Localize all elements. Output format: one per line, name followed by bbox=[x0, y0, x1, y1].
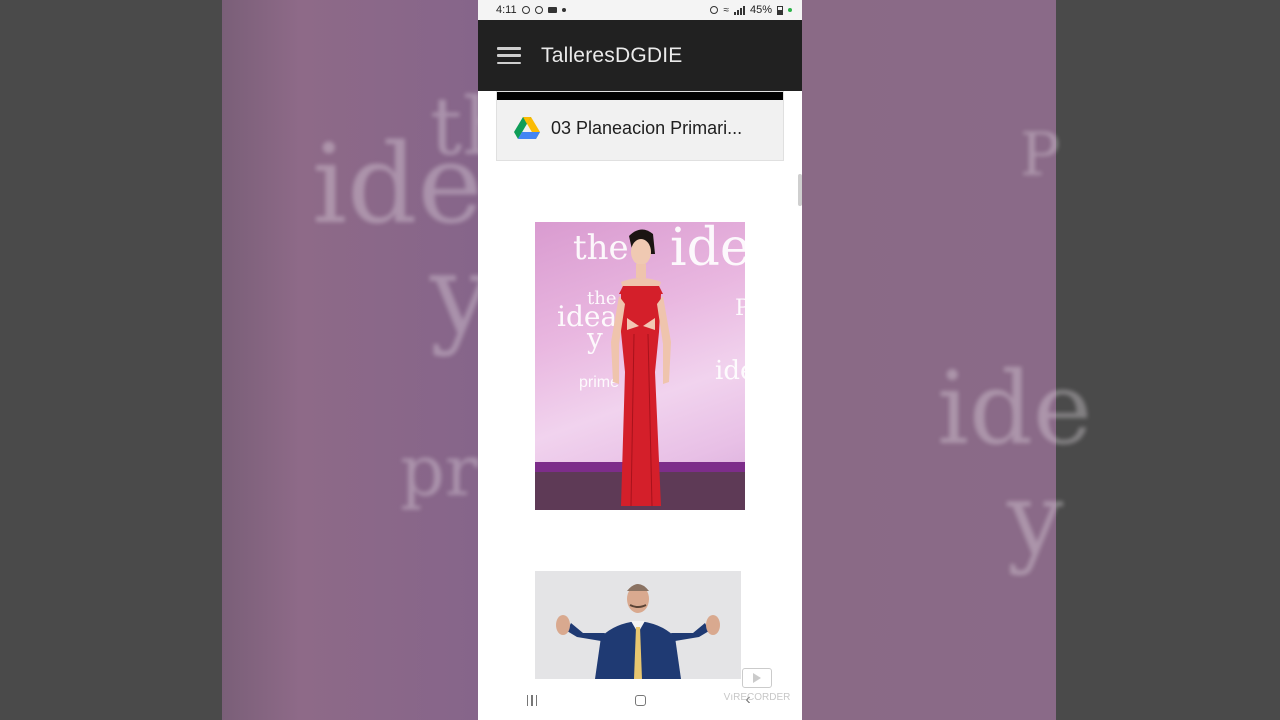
embed-top-bar bbox=[497, 92, 783, 100]
blurred-background-left: the ide y pri bbox=[0, 0, 478, 720]
woman-in-red-gown bbox=[611, 229, 671, 507]
background-text: ide bbox=[937, 350, 1093, 467]
alarm-icon bbox=[710, 6, 719, 14]
background-text: y bbox=[1007, 460, 1064, 577]
background-text: pri bbox=[400, 430, 478, 512]
status-bar: 4:11 ≈ 45% bbox=[478, 0, 802, 20]
wifi-icon: ≈ bbox=[723, 4, 729, 16]
scrollbar-thumb[interactable] bbox=[798, 174, 802, 206]
status-time: 4:11 bbox=[496, 4, 517, 16]
home-icon bbox=[634, 694, 646, 706]
photo-red-carpet[interactable]: the idea the idea y prime P ide bbox=[535, 222, 745, 510]
photo-man-in-suit[interactable] bbox=[535, 571, 741, 679]
recorder-play-icon bbox=[742, 668, 772, 688]
background-text: ide bbox=[312, 120, 478, 248]
signal-icon bbox=[733, 5, 745, 15]
drive-file-name: 03 Planeacion Primari... bbox=[551, 118, 743, 138]
google-drive-icon bbox=[514, 117, 540, 139]
notification-dot-icon bbox=[561, 8, 566, 12]
recent-apps-button[interactable] bbox=[512, 685, 552, 715]
app-bar: TalleresDGDIE bbox=[478, 20, 802, 91]
blurred-background-right: P ide y bbox=[802, 0, 1280, 720]
recent-apps-icon bbox=[526, 694, 538, 706]
video-camera-icon bbox=[547, 7, 557, 13]
screen-recorder-watermark: VıRECORDER bbox=[722, 668, 792, 712]
hamburger-menu-icon[interactable] bbox=[497, 47, 521, 64]
battery-icon bbox=[777, 5, 783, 15]
man-in-suit bbox=[556, 584, 720, 679]
background-text: P bbox=[1020, 120, 1061, 190]
drive-sync-icon bbox=[521, 6, 530, 14]
battery-percent: 45% bbox=[749, 4, 772, 16]
home-button[interactable] bbox=[620, 685, 660, 715]
background-text: y bbox=[430, 230, 478, 358]
drive-file-card[interactable]: 03 Planeacion Primari... bbox=[496, 91, 784, 161]
app-title: TalleresDGDIE bbox=[541, 43, 683, 67]
privacy-indicator-icon bbox=[788, 8, 792, 12]
phone-screen: 4:11 ≈ 45% TalleresDGDIE 03 Planeacion P… bbox=[478, 0, 802, 720]
do-not-disturb-icon bbox=[534, 6, 543, 14]
watermark-label: VıRECORDER bbox=[723, 692, 791, 703]
